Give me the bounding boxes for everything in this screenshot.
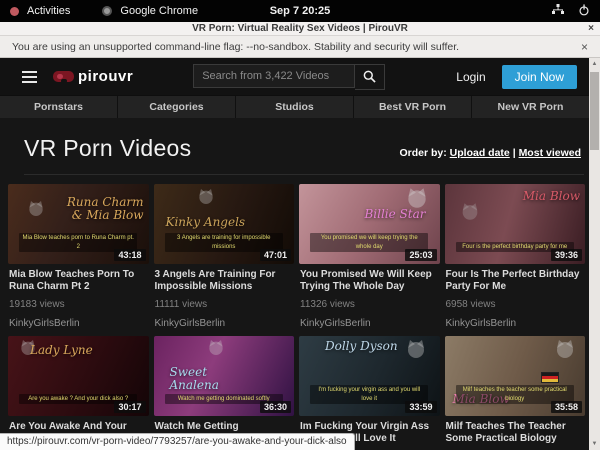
duration-badge: 25:03 — [405, 249, 436, 261]
scrollbar-up-arrow-icon[interactable]: ▲ — [589, 58, 600, 70]
studio-link[interactable]: KinkyGirlsBerlin — [300, 318, 440, 329]
studio-link[interactable]: KinkyGirlsBerlin — [9, 318, 149, 329]
german-flag-icon — [541, 372, 559, 383]
search-input[interactable] — [193, 64, 355, 88]
views-count: 19183 views — [9, 299, 149, 310]
nav-item-best-vr[interactable]: Best VR Porn — [354, 96, 472, 118]
login-link[interactable]: Login — [456, 70, 485, 84]
thumbnail-overlay-title: Lady Lyne — [30, 344, 93, 357]
join-now-button[interactable]: Join Now — [502, 65, 577, 89]
studio-link[interactable]: KinkyGirlsBerlin — [155, 318, 295, 329]
order-separator: | — [513, 147, 516, 159]
video-title-link[interactable]: Mia Blow Teaches Porn To Runa Charm Pt 2 — [9, 269, 147, 293]
video-card: Kinky Angels 3 Angels are training for i… — [154, 184, 295, 329]
scrollbar-down-arrow-icon[interactable]: ▼ — [589, 438, 600, 450]
window-close-button[interactable]: × — [588, 22, 594, 36]
duration-badge: 30:17 — [114, 401, 145, 413]
video-title-link[interactable]: Milf Teaches The Teacher Some Practical … — [446, 421, 584, 445]
scrollbar-thumb[interactable] — [590, 72, 599, 150]
window-title: VR Porn: Virtual Reality Sex Videos | Pi… — [192, 23, 408, 34]
video-grid: Runa Charm & Mia Blow Mia Blow teaches p… — [8, 184, 585, 450]
video-thumbnail[interactable]: Sweet Analena Watch me getting dominated… — [154, 336, 295, 416]
thumbnail-overlay-title: Billie Star — [364, 208, 425, 221]
order-upload-date-link[interactable]: Upload date — [450, 147, 510, 159]
page-title: VR Porn Videos — [24, 135, 191, 162]
duration-badge: 36:30 — [260, 401, 291, 413]
thumbnail-overlay-title: Kinky Angels — [166, 216, 246, 229]
power-icon[interactable] — [578, 4, 590, 19]
studio-link[interactable]: KinkyGirlsBerlin — [446, 318, 586, 329]
views-count: 6958 views — [446, 299, 586, 310]
duration-badge: 33:59 — [405, 401, 436, 413]
views-count: 11111 views — [155, 299, 295, 310]
nav-item-new-vr[interactable]: New VR Porn — [472, 96, 589, 118]
system-tray-icon[interactable] — [552, 4, 564, 18]
video-card: Mia Blow Milf teaches the teacher some p… — [445, 336, 586, 450]
nav-item-categories[interactable]: Categories — [118, 96, 236, 118]
nav-item-pornstars[interactable]: Pornstars — [0, 96, 118, 118]
thumbnail-overlay-title: Mia Blow — [523, 190, 580, 203]
hamburger-menu-icon[interactable] — [22, 71, 37, 83]
order-most-viewed-link[interactable]: Most viewed — [519, 147, 581, 159]
views-count: 11326 views — [300, 299, 440, 310]
main-nav: Pornstars Categories Studios Best VR Por… — [0, 95, 589, 118]
system-top-bar: Activities Google Chrome Sep 7 20:25 — [0, 0, 600, 22]
site-logo-text: pirouvr — [78, 68, 133, 85]
video-title-link[interactable]: You Promised We Will Keep Trying The Who… — [300, 269, 438, 293]
chrome-warning-bar: You are using an unsupported command-lin… — [0, 36, 600, 58]
studio-cat-logo-icon — [459, 202, 481, 221]
video-thumbnail[interactable]: Runa Charm & Mia Blow Mia Blow teaches p… — [8, 184, 149, 264]
browser-viewport: pirouvr Login Join Now Pornstars Categor… — [0, 58, 600, 450]
studio-cat-logo-icon — [404, 339, 428, 359]
video-thumbnail[interactable]: Lady Lyne Are you awake ? And your dick … — [8, 336, 149, 416]
thumbnail-overlay-title: Sweet Analena — [170, 366, 257, 391]
video-card: Runa Charm & Mia Blow Mia Blow teaches p… — [8, 184, 149, 329]
warning-close-icon[interactable]: × — [581, 40, 588, 54]
studio-cat-logo-icon — [553, 339, 577, 359]
duration-badge: 47:01 — [260, 249, 291, 261]
search-bar — [193, 64, 385, 90]
video-thumbnail[interactable]: Kinky Angels 3 Angels are training for i… — [154, 184, 295, 264]
studio-cat-logo-icon — [206, 339, 226, 356]
window-title-bar: VR Porn: Virtual Reality Sex Videos | Pi… — [0, 22, 600, 36]
studio-cat-logo-icon — [404, 187, 430, 209]
site-content: pirouvr Login Join Now Pornstars Categor… — [0, 58, 589, 450]
duration-badge: 39:36 — [551, 249, 582, 261]
video-card: Mia Blow Four is the perfect birthday pa… — [445, 184, 586, 329]
studio-cat-logo-icon — [26, 200, 46, 217]
duration-badge: 35:58 — [551, 401, 582, 413]
site-logo[interactable]: pirouvr — [53, 68, 133, 85]
duration-badge: 43:18 — [114, 249, 145, 261]
search-button[interactable] — [355, 64, 385, 90]
thumbnail-overlay-title: Runa Charm & Mia Blow — [56, 196, 143, 221]
order-by-controls: Order by: Upload date | Most viewed — [399, 147, 581, 159]
clock[interactable]: Sep 7 20:25 — [0, 5, 600, 17]
page-heading-row: VR Porn Videos Order by: Upload date | M… — [0, 118, 589, 172]
heading-divider — [24, 174, 584, 175]
page-scrollbar[interactable]: ▲ ▼ — [589, 58, 600, 450]
video-card: Billie Star You promised we will keep tr… — [299, 184, 440, 329]
video-thumbnail[interactable]: Mia Blow Four is the perfect birthday pa… — [445, 184, 586, 264]
video-title-link[interactable]: Four Is The Perfect Birthday Party For M… — [446, 269, 584, 293]
video-thumbnail[interactable]: Billie Star You promised we will keep tr… — [299, 184, 440, 264]
nav-item-studios[interactable]: Studios — [236, 96, 354, 118]
search-icon — [363, 70, 376, 83]
video-thumbnail[interactable]: Mia Blow Milf teaches the teacher some p… — [445, 336, 586, 416]
studio-cat-logo-icon — [196, 188, 216, 205]
thumbnail-overlay-title: Dolly Dyson — [325, 340, 398, 353]
site-header: pirouvr Login Join Now — [0, 58, 589, 95]
link-status-bubble: https://pirouvr.com/vr-porn-video/779325… — [0, 433, 355, 450]
video-title-link[interactable]: 3 Angels Are Training For Impossible Mis… — [155, 269, 293, 293]
warning-text: You are using an unsupported command-lin… — [12, 41, 459, 53]
order-by-label: Order by: — [399, 147, 446, 159]
vr-headset-icon — [53, 71, 74, 82]
video-thumbnail[interactable]: Dolly Dyson I'm fucking your virgin ass … — [299, 336, 440, 416]
